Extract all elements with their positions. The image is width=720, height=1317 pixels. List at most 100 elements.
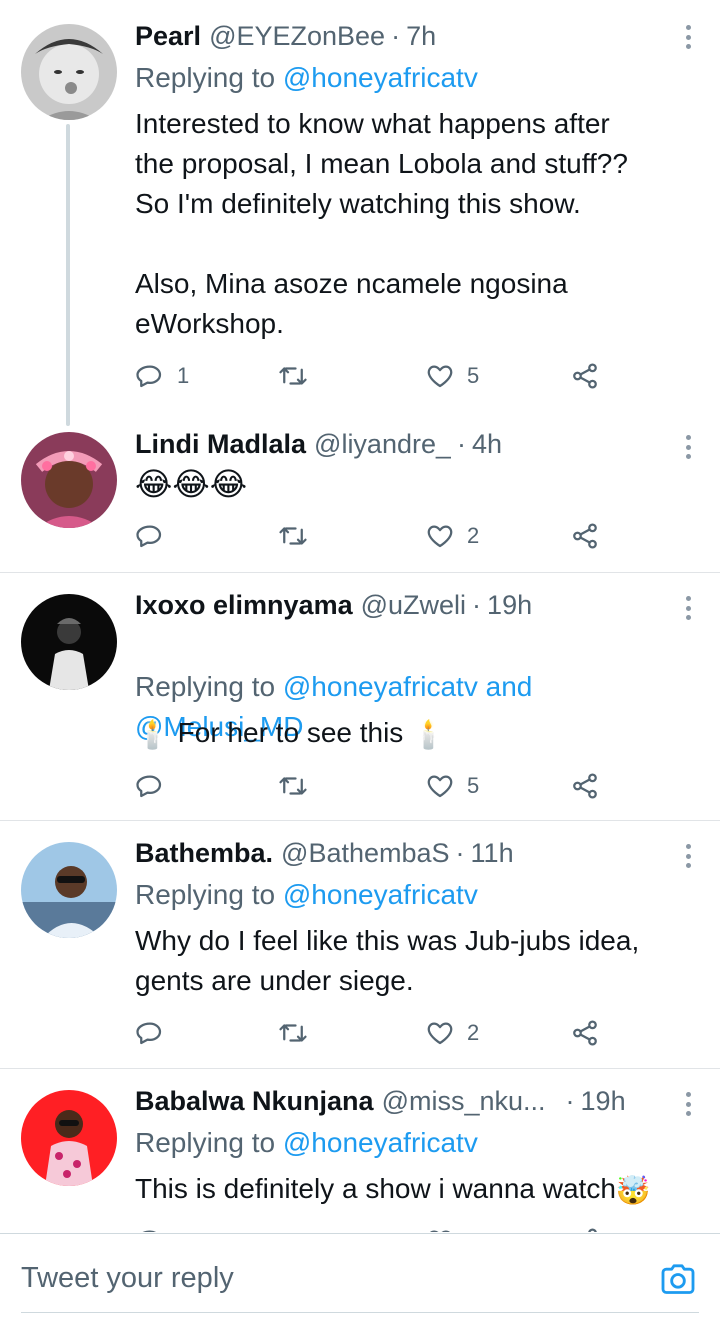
share-icon <box>588 1228 597 1232</box>
share-button[interactable] <box>570 766 600 806</box>
like-count: 5 <box>467 773 480 798</box>
avatar[interactable] <box>21 594 117 690</box>
replying-to-link[interactable]: @honeyafricatv <box>283 1127 478 1158</box>
tweet-actions <box>135 1221 605 1232</box>
share-button[interactable] <box>570 516 600 556</box>
tweet-actions: 2 <box>135 516 605 556</box>
tweet-text: Why do I feel like this was Jub-jubs ide… <box>135 925 640 996</box>
like-button[interactable]: 2 <box>425 1013 479 1053</box>
tweet-item[interactable]: Ixoxo elimnyama @uZweli · 19h Replying t… <box>0 573 720 820</box>
tweet-header: Babalwa Nkunjana @miss_nku... · 19h <box>135 1083 658 1119</box>
separator-dot: · <box>457 429 467 459</box>
author-handle[interactable]: @EYEZonBee <box>209 18 385 54</box>
tweet-text: 😂😂😂 <box>135 466 248 502</box>
tweet-timestamp[interactable]: 11h <box>471 835 514 871</box>
more-options-icon[interactable] <box>678 432 698 462</box>
more-options-icon[interactable] <box>678 841 698 871</box>
author-name[interactable]: Babalwa Nkunjana <box>135 1083 374 1119</box>
retweet-button[interactable] <box>278 1013 320 1053</box>
camera-icon[interactable] <box>658 1260 698 1300</box>
like-icon <box>427 1022 453 1045</box>
retweet-button[interactable] <box>278 356 320 396</box>
share-icon <box>573 773 597 799</box>
reply-icon <box>136 775 162 798</box>
share-button[interactable] <box>570 1013 600 1053</box>
retweet-button[interactable] <box>278 1221 308 1232</box>
author-handle[interactable]: @BathembaS <box>281 835 450 871</box>
author-name[interactable]: Bathemba. <box>135 835 273 871</box>
reply-button[interactable] <box>135 516 177 556</box>
tweet-text: Interested to know what happens after th… <box>135 108 628 339</box>
share-icon <box>573 1020 597 1046</box>
reply-button[interactable] <box>135 1013 177 1053</box>
author-name[interactable]: Lindi Madlala <box>135 426 306 462</box>
share-icon <box>573 523 597 549</box>
share-button[interactable] <box>570 356 600 396</box>
tweet-timestamp[interactable]: 19h <box>581 1083 626 1119</box>
replying-to-link[interactable]: @honeyafricatv <box>283 879 478 910</box>
reply-icon <box>136 525 162 548</box>
like-button[interactable]: 2 <box>425 516 479 556</box>
avatar[interactable] <box>21 24 117 120</box>
retweet-icon <box>279 367 307 385</box>
separator-dot: · <box>472 590 482 620</box>
tweet-timestamp[interactable]: 19h <box>487 587 532 623</box>
tweet-header: Bathemba. @BathembaS · 11h <box>135 835 660 871</box>
avatar[interactable] <box>21 1090 117 1186</box>
tweet-text: For her to see this <box>177 717 404 748</box>
more-options-icon[interactable] <box>678 1089 698 1119</box>
separator-dot: · <box>455 838 465 868</box>
replying-to-label: Replying to <box>135 1127 283 1158</box>
like-count: 2 <box>467 523 480 548</box>
avatar[interactable] <box>21 432 117 528</box>
tweet-timestamp[interactable]: 4h <box>472 426 502 462</box>
tweet-item[interactable]: Lindi Madlala @liyandre_ · 4h 😂😂😂 2 <box>0 420 720 572</box>
replying-to-label: Replying to <box>135 671 283 702</box>
tweet-reply-input[interactable]: Tweet your reply <box>21 1262 234 1295</box>
like-icon <box>427 775 453 798</box>
like-button[interactable]: 5 <box>425 766 479 806</box>
tweet-text-container: 🕯️ For her to see this 🕯️ <box>135 713 680 755</box>
replying-to-label: Replying to <box>135 62 283 93</box>
reply-icon <box>136 365 162 388</box>
tweet-header: Pearl @EYEZonBee · 7h <box>135 18 660 54</box>
more-options-icon[interactable] <box>678 593 698 623</box>
separator-dot: · <box>391 21 401 51</box>
retweet-icon <box>278 1226 308 1232</box>
share-icon <box>573 363 597 389</box>
more-options-icon[interactable] <box>678 22 698 52</box>
reply-icon <box>136 1022 162 1045</box>
author-name[interactable]: Pearl <box>135 18 201 54</box>
tweet-text: This is definitely a show i wanna watch <box>135 1173 616 1204</box>
tweet-item[interactable]: Pearl @EYEZonBee · 7h Replying to @honey… <box>0 0 720 420</box>
replying-to-link[interactable]: @honeyafricatv <box>283 62 478 93</box>
reply-input-underline <box>21 1312 699 1313</box>
tweet-actions: 2 <box>135 1013 605 1053</box>
author-name[interactable]: Ixoxo elimnyama <box>135 587 353 623</box>
like-icon <box>427 525 453 548</box>
like-button[interactable]: 5 <box>425 356 479 396</box>
tweet-item[interactable]: Bathemba. @BathembaS · 11h Replying to @… <box>0 821 720 1068</box>
reply-icon <box>142 1230 157 1232</box>
reply-button[interactable] <box>135 1221 165 1232</box>
tweet-timestamp[interactable]: 7h <box>406 18 436 54</box>
like-button[interactable] <box>425 1221 455 1232</box>
reply-button[interactable]: 1 <box>135 356 189 396</box>
retweet-button[interactable] <box>278 516 320 556</box>
share-button[interactable] <box>570 1221 600 1232</box>
tweet-actions: 5 <box>135 766 605 806</box>
like-count: 5 <box>467 363 480 388</box>
tweet-item[interactable]: Babalwa Nkunjana @miss_nku... · 19h Repl… <box>0 1069 720 1232</box>
retweet-button[interactable] <box>278 766 320 806</box>
reply-button[interactable] <box>135 766 177 806</box>
retweet-icon <box>279 1024 307 1042</box>
like-icon <box>430 1230 450 1232</box>
tweet-actions: 1 5 <box>135 356 605 396</box>
exploding-head-emoji: 🤯 <box>615 1174 651 1206</box>
avatar[interactable] <box>21 842 117 938</box>
author-handle[interactable]: @liyandre_ <box>314 426 451 462</box>
separator-dot: · <box>565 1086 575 1116</box>
author-handle[interactable]: @uZweli <box>361 587 466 623</box>
author-handle[interactable]: @miss_nku... <box>382 1083 546 1119</box>
candle-emoji: 🕯️ <box>135 718 170 750</box>
